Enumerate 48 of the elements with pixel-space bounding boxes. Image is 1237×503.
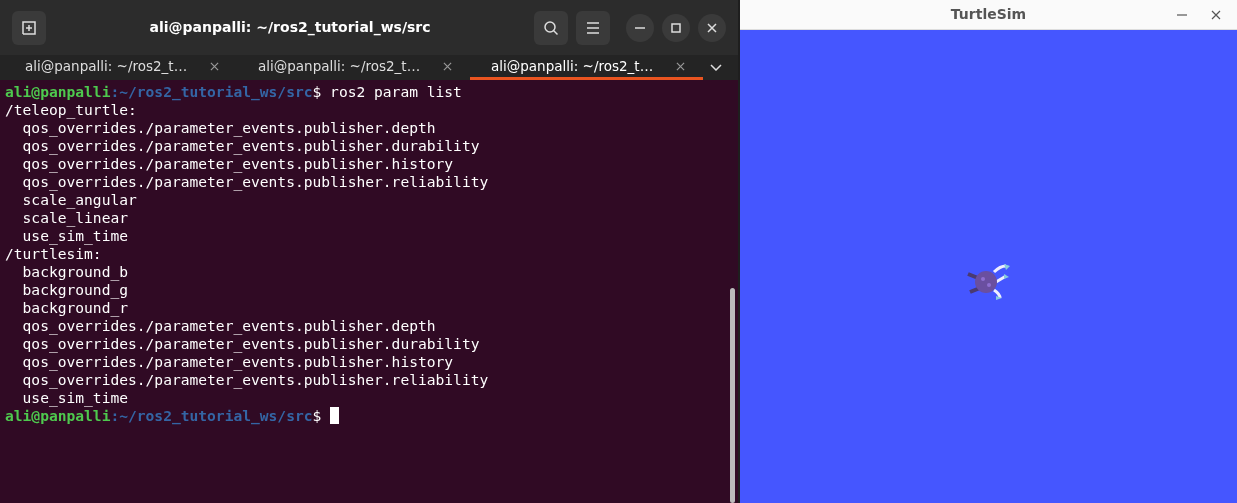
prompt-user: ali@panpalli (5, 83, 111, 100)
close-icon (1211, 10, 1221, 20)
window-title: TurtleSim (949, 5, 1028, 24)
search-icon (543, 19, 559, 36)
output-line: qos_overrides./parameter_events.publisher.durability (21, 137, 480, 154)
output-line: qos_overrides./parameter_events.publisher.reliability (21, 371, 489, 388)
output-line: use_sim_time (21, 389, 128, 406)
close-button[interactable] (698, 13, 726, 42)
terminal-tab[interactable]: ali@panpalli: ~/ros2_t… (237, 55, 470, 80)
output-line: background_g (21, 281, 128, 298)
dropdown-icon[interactable] (710, 64, 722, 71)
prompt-path: :~/ros2_tutorial_ws/src (110, 407, 313, 424)
turtle-drawing (966, 262, 1012, 302)
output-line: /teleop_turtle: (5, 101, 137, 118)
terminal-tab[interactable]: ali@panpalli: ~/ros2_t… (470, 55, 703, 80)
new-tab-icon (21, 19, 37, 36)
prompt-user: ali@panpalli (5, 407, 111, 424)
close-icon (707, 22, 717, 33)
output-line: qos_overrides./parameter_events.publisher.reliability (21, 173, 489, 190)
search-button[interactable] (534, 10, 568, 45)
output-line: qos_overrides./parameter_events.publisher.depth (21, 119, 436, 136)
minimize-icon (1177, 14, 1187, 16)
menu-icon (586, 21, 600, 34)
output-line: qos_overrides./parameter_events.publisher.history (21, 353, 454, 370)
output-line: scale_linear (21, 209, 128, 226)
output-line: scale_angular (21, 191, 137, 208)
output-line: qos_overrides./parameter_events.publisher.durability (21, 335, 480, 352)
command-text: $ ros2 param list (312, 83, 462, 100)
command-text: $ (312, 407, 323, 424)
window-title: ali@panpalli: ~/ros2_tutorial_ws/src (148, 18, 432, 38)
minimize-button[interactable] (626, 13, 654, 42)
maximize-button[interactable] (662, 13, 690, 42)
menu-button[interactable] (576, 10, 610, 45)
terminal-tab[interactable]: ali@panpalli: ~/ros2_t… (4, 55, 237, 80)
close-icon[interactable] (443, 61, 452, 71)
minimize-icon (635, 26, 645, 29)
close-icon[interactable] (210, 61, 219, 71)
output-line: background_r (21, 299, 128, 316)
output-line: qos_overrides./parameter_events.publisher.history (21, 155, 454, 172)
output-line: use_sim_time (21, 227, 128, 244)
maximize-icon (671, 22, 681, 33)
new-tab-button[interactable] (12, 10, 46, 45)
close-icon[interactable] (676, 61, 685, 71)
scrollbar[interactable] (730, 288, 735, 503)
output-line: qos_overrides./parameter_events.publisher.depth (21, 317, 436, 334)
output-line: /turtlesim: (5, 245, 102, 262)
output-line: background_b (21, 263, 128, 280)
prompt-path: :~/ros2_tutorial_ws/src (110, 83, 313, 100)
